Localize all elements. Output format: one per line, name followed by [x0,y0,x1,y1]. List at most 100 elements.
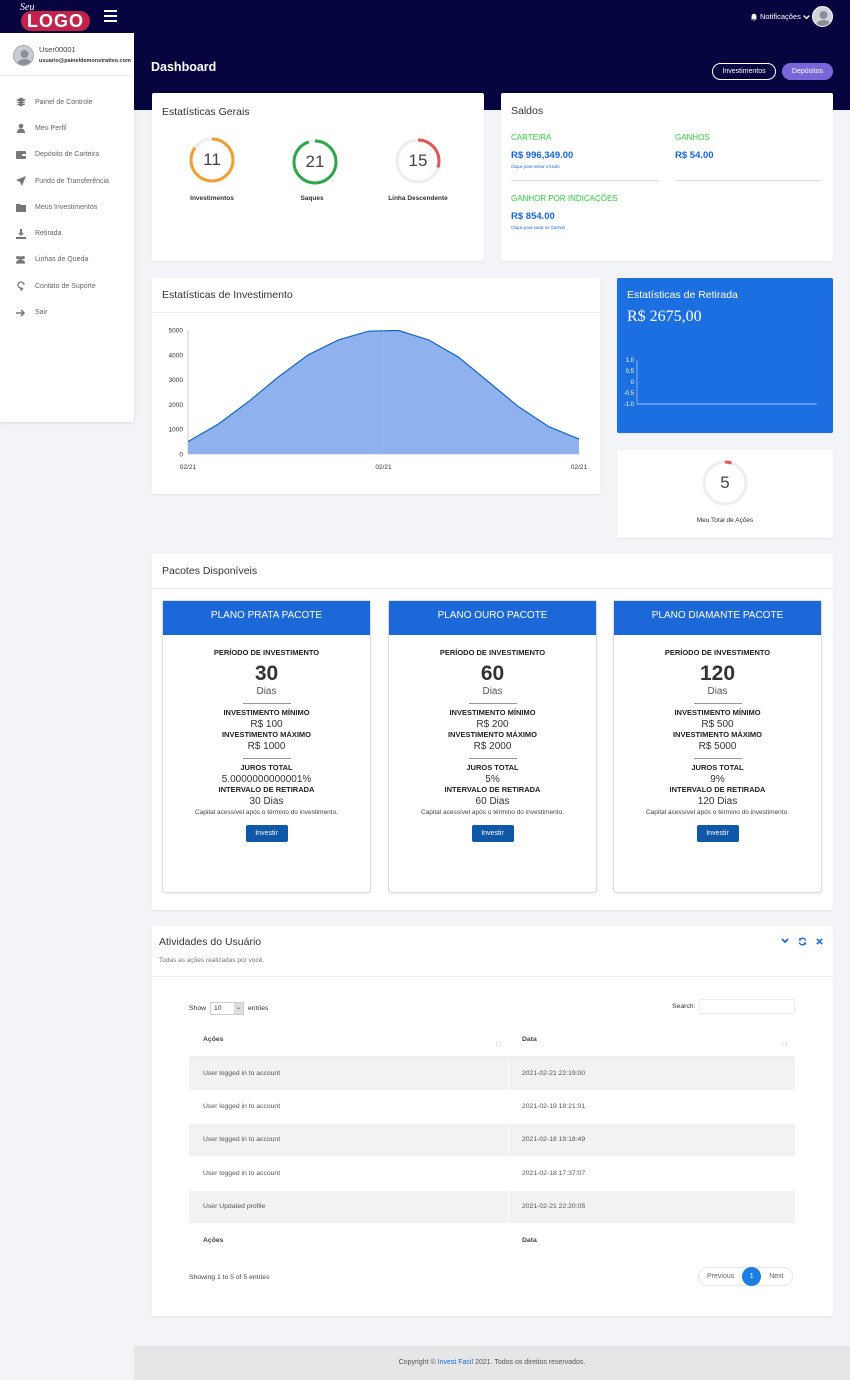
top-navbar: Seu LOGO Notificações [0,0,850,33]
invest-button[interactable]: Investir [245,825,288,842]
column-header-date[interactable]: Data [522,1036,537,1043]
stat-ring-saques: 21 [292,139,338,185]
cell-date: 2021-02-21 22:20:05 [522,1203,586,1210]
layers-icon [15,97,26,107]
stat-value: 15 [408,151,428,170]
brand-logo[interactable]: Seu LOGO [18,2,90,31]
plan-card-diamante: PLANO DIAMANTE PACOTE PERÍODO DE INVESTI… [613,600,822,893]
notifications-label: Notificações [760,12,801,21]
cell-date: 2021-02-18 17:37:07 [522,1170,586,1177]
plan-interval: 60 Dias [475,796,510,807]
card-title: Atividades do Usuário [159,936,262,948]
entries-label: entries [248,1005,269,1012]
avatar[interactable] [812,6,833,27]
divider [152,976,833,977]
cell-action: User Updated profile [203,1203,266,1210]
referral-note-link[interactable]: Clique para sacar os Ganhos [511,225,565,230]
y-tick-label: 5000 [169,328,184,335]
plan-period-label: PERÍODO DE INVESTIMENTO [213,648,320,657]
sidebar-item-label: Contato de Suporte [35,282,96,290]
plan-days-unit: Dias [707,686,728,697]
sidebar-item-label: Linhas de Queda [35,256,89,264]
withdraw-stats-card: Estatísticas de Retirada R$ 2675,00 1.0 0… [617,278,833,433]
plan-max: R$ 2000 [473,741,512,752]
sidebar-item-perfil[interactable]: Meu Perfil [0,115,134,141]
footer-brand-link[interactable]: Invest Facil [438,1359,473,1366]
plan-interval: 120 Dias [697,796,738,807]
previous-button[interactable]: Previous [699,1273,742,1280]
next-button[interactable]: Next [761,1273,791,1280]
plan-interest: 5% [485,774,500,785]
users-icon [15,255,26,265]
table-info: Showing 1 to 5 of 5 entries [189,1274,270,1281]
notifications-dropdown[interactable]: Notificações [750,12,810,21]
plan-note: Capital acessível após o término do inve… [645,809,790,816]
y-tick-label: 1000 [169,427,184,434]
sidebar-item-label: Depósito de Carteira [35,151,100,159]
invest-button[interactable]: Investir [696,825,739,842]
column-header-actions[interactable]: Ações [203,1036,223,1043]
refresh-icon[interactable] [798,937,807,946]
sidebar-item-suporte[interactable]: Contato de Suporte [0,273,134,299]
card-subtitle: Todas as ações realizadas por você. [159,957,265,964]
cell-action: User logged in to account [203,1103,281,1110]
divider [468,703,517,704]
footer-suffix: 2021. Todos os direitos reservados. [473,1359,586,1366]
y-tick-label: 2000 [169,402,184,409]
sidebar-item-deposito[interactable]: Depósito de Carteira [0,142,134,168]
sidebar-item-sair[interactable]: Sair [0,299,134,325]
plan-interest-label: JUROS TOTAL [466,763,519,772]
entries-select[interactable]: 10 ⌄ [210,1002,245,1015]
sidebar: User00001 usuario@paineldemonstrativo.co… [0,33,134,422]
plan-min-label: INVESTIMENTO MÍNIMO [674,708,761,717]
stat-value: 21 [305,152,325,171]
send-icon [15,176,26,187]
sidebar-menu: Painel de Controle Meu Perfil Depósito d… [0,89,134,326]
wallet-note-link[interactable]: Clique para retirar o fundo [511,164,560,169]
investments-button[interactable]: Investimentos [712,63,776,80]
sidebar-item-transferencia[interactable]: Fundo de Transferência [0,168,134,194]
stat-label: Investimentos [190,195,234,202]
wallet-icon [15,150,26,160]
user-email: usuario@paineldemonstrativo.com [39,58,131,64]
actions-card: 5 Meu Total de Ações [617,450,833,538]
sidebar-item-painel[interactable]: Painel de Controle [0,89,134,115]
divider [693,703,742,704]
column-footer-actions: Ações [203,1237,224,1244]
plan-max: R$ 1000 [247,741,286,752]
collapse-chevron-icon[interactable] [781,938,789,944]
plan-period-label: PERÍODO DE INVESTIMENTO [664,648,771,657]
x-tick-label: 02/21 [180,464,197,471]
menu-toggle-icon[interactable] [104,10,117,22]
divider [152,312,600,313]
search-input[interactable] [699,999,795,1014]
plan-min: R$ 200 [476,719,509,730]
page-button[interactable]: 1 [742,1267,762,1286]
sidebar-item-investimentos[interactable]: Meus Investimentos [0,194,134,220]
card-title: Saldos [511,105,544,117]
table-row: User logged in to account 2021-02-18 19:1… [189,1124,795,1156]
plan-interest: 5.0000000000001% [221,774,312,785]
footer-prefix: Copyright © [398,1359,438,1366]
divider [468,758,517,759]
earnings-label: GANHOS [675,133,710,142]
x-tick-label: 02/21 [375,464,392,471]
plan-min: R$ 100 [250,719,283,730]
cell-date: 2021-02-21 22:19:00 [522,1070,586,1077]
sidebar-item-linhas[interactable]: Linhas de Queda [0,247,134,273]
sort-icon[interactable]: ↑↓ [781,1041,788,1048]
plan-interest-label: JUROS TOTAL [240,763,293,772]
sidebar-item-retirada[interactable]: Retirada [0,220,134,246]
plan-interval: 30 Dias [249,796,284,807]
plan-name: PLANO DIAMANTE PACOTE [614,601,821,635]
plan-interest: 9% [710,774,725,785]
plan-name: PLANO OURO PACOTE [389,601,596,635]
close-icon[interactable] [816,938,823,945]
deposits-button[interactable]: Depósitos [782,63,833,80]
user-name: User00001 [39,45,76,54]
plan-days: 30 [254,662,279,685]
plan-interest-label: JUROS TOTAL [691,763,744,772]
user-icon [15,123,26,134]
invest-button[interactable]: Investir [471,825,514,842]
sort-icon[interactable]: ↑↓ [495,1041,502,1048]
